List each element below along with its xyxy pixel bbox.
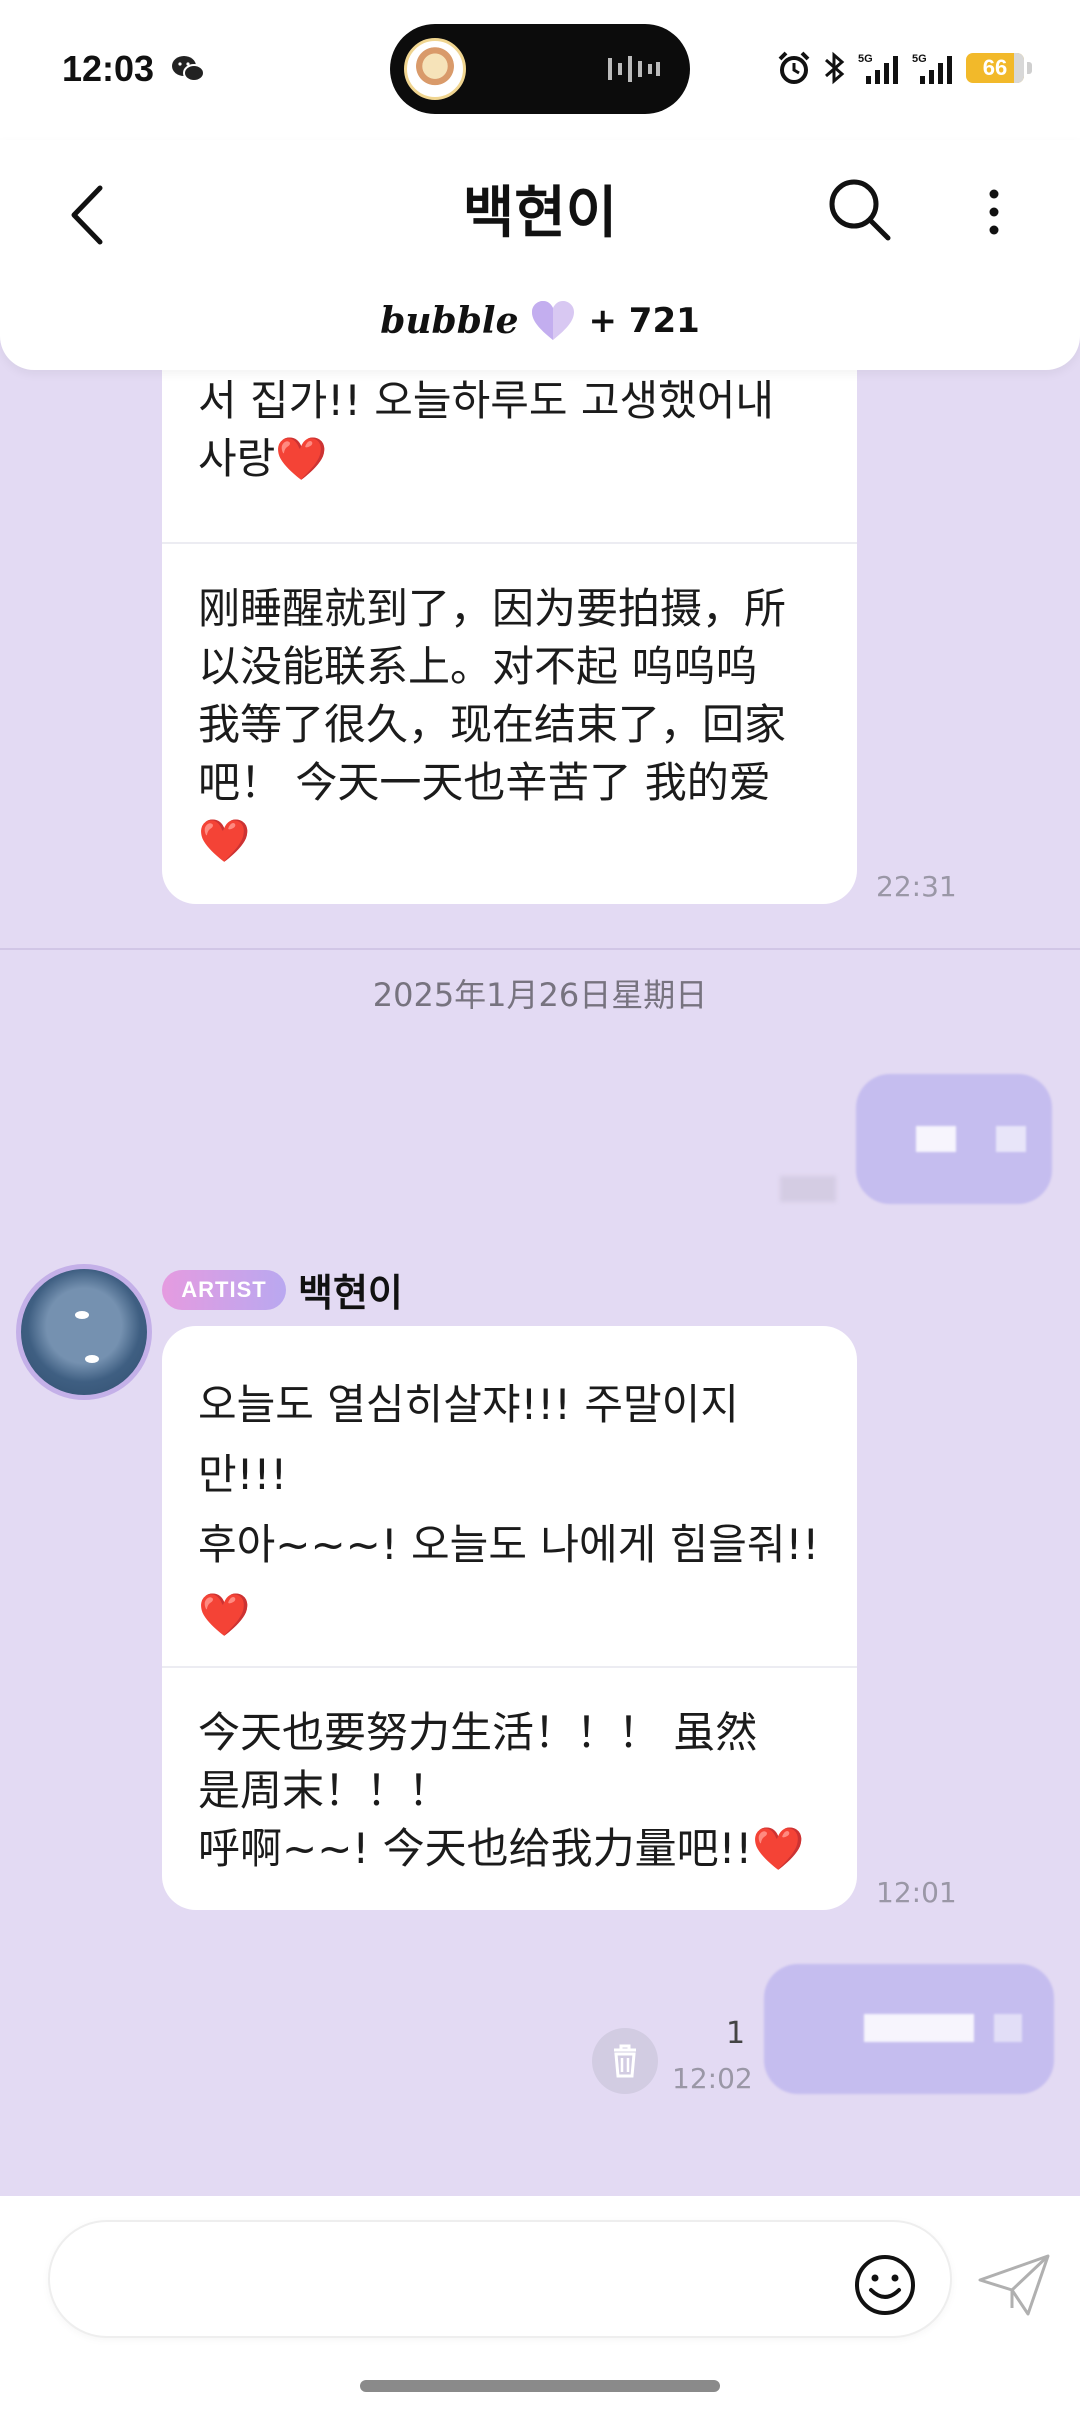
bubble-logo: bubble (380, 300, 519, 342)
bubble-status[interactable]: bubble + 721 (0, 300, 1080, 342)
date-separator: 2025年1月26日星期日 (372, 976, 708, 1014)
dynamic-island[interactable] (390, 24, 690, 114)
emoji-icon[interactable] (850, 2250, 920, 2320)
message-translation-text: 今天也要努力生活！！！ 虽然 是周末！！！ 呼啊~~! 今天也给我力量吧!!❤️ (198, 1708, 805, 1873)
message-timestamp: 12:02 (672, 2062, 753, 2095)
bluetooth-icon (825, 51, 845, 85)
message-translation-text: 刚睡醒就到了，因为要拍摄，所 以没能联系上。对不起 呜呜呜 我等了很久，现在结束… (198, 584, 787, 865)
heart-emoji: ❤️ (752, 1824, 805, 1873)
sent-message-bubble[interactable] (764, 1964, 1054, 2094)
artist-avatar[interactable] (16, 1264, 152, 1400)
send-icon[interactable] (976, 2252, 1052, 2318)
chat-header: 백현이 bubble + 721 (0, 140, 1080, 370)
home-indicator[interactable] (360, 2380, 720, 2392)
message-timestamp: 22:31 (876, 870, 957, 903)
day-divider (0, 948, 1080, 950)
artist-badge: ARTIST (162, 1270, 286, 1310)
artist-message-card: 오늘도 열심히살쟈!!! 주말이지 만!!! 후아~~~! 오늘도 나에게 힘을… (162, 1326, 857, 1910)
sent-message-meta (780, 1176, 836, 1202)
5g-signal-icon: 5G (912, 53, 952, 84)
svg-text:5G: 5G (912, 53, 927, 65)
now-playing-avatar (404, 38, 466, 100)
trash-icon (614, 2044, 636, 2078)
status-bar: 12:03 5G 5G 66 (0, 0, 1080, 140)
chat-title: 백현이 (462, 181, 618, 246)
heart-emoji: ❤️ (275, 434, 328, 483)
audio-wave-icon (608, 56, 660, 82)
message-timestamp: 12:01 (876, 1876, 957, 1909)
5g-signal-icon: 5G (858, 53, 898, 84)
bubble-count: + 721 (588, 301, 700, 341)
sent-message-bubble[interactable] (856, 1074, 1052, 1204)
status-time: 12:03 (62, 48, 155, 89)
sender-name: 백현이 (298, 1271, 403, 1315)
wechat-icon (172, 56, 205, 82)
heart-emoji: ❤️ (198, 1590, 251, 1639)
battery-indicator: 66 (966, 53, 1032, 83)
alarm-icon (778, 51, 810, 84)
message-input-wrapper[interactable] (48, 2220, 952, 2338)
heart-icon (532, 301, 575, 340)
status-icons: 5G 5G 66 (776, 48, 1032, 88)
search-icon[interactable] (820, 170, 900, 250)
more-vertical-icon[interactable] (964, 172, 1024, 252)
svg-text:5G: 5G (858, 53, 873, 65)
message-input[interactable] (90, 2252, 870, 2308)
heart-emoji: ❤️ (198, 816, 251, 865)
message-korean-text: 오늘도 열심히살쟈!!! 주말이지 만!!! 후아~~~! 오늘도 나에게 힘을… (198, 1380, 820, 1639)
delete-button[interactable] (592, 2028, 658, 2094)
artist-message-card: 서 집가!! 오늘하루도 고생했어내 사랑❤️ 刚睡醒就到了，因为要拍摄，所 以… (162, 320, 857, 904)
unread-count: 1 (726, 2016, 746, 2051)
battery-level: 66 (982, 55, 1008, 80)
